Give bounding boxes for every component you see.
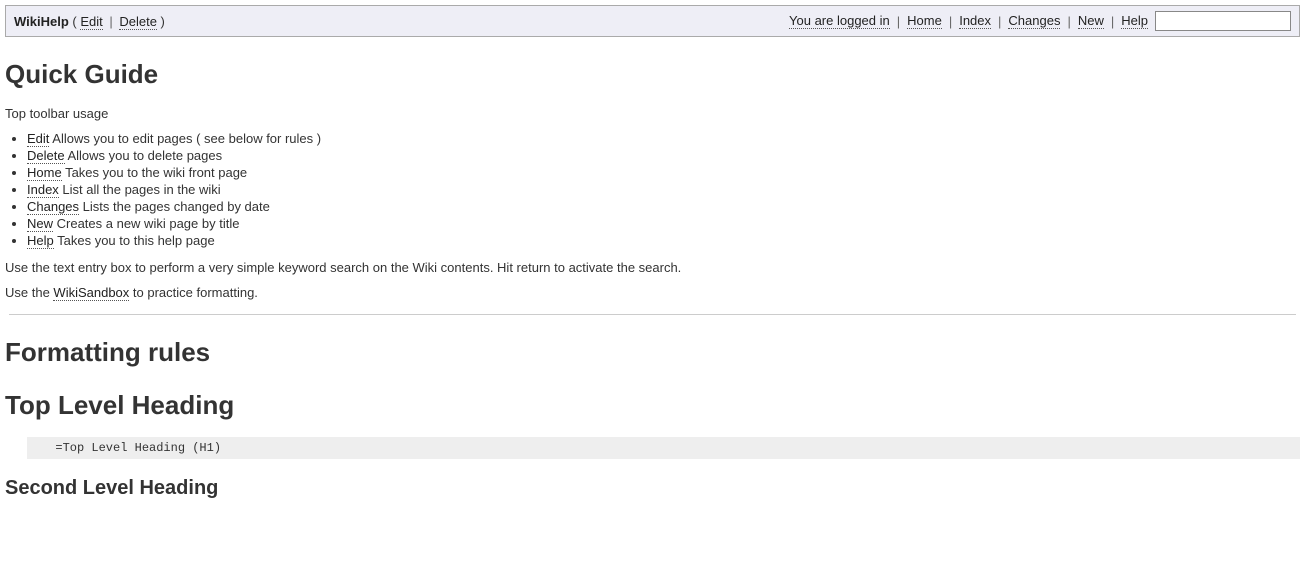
sandbox-post: to practice formatting. xyxy=(129,285,258,300)
top-toolbar: WikiHelp ( Edit | Delete ) You are logge… xyxy=(5,5,1300,37)
separator: | xyxy=(995,14,1004,29)
search-note: Use the text entry box to perform a very… xyxy=(5,260,1300,275)
list-item: Home Takes you to the wiki front page xyxy=(27,165,1300,180)
li-help-text: Takes you to this help page xyxy=(54,233,215,248)
toolbar-usage-list: Edit Allows you to edit pages ( see belo… xyxy=(27,131,1300,248)
li-new-text: Creates a new wiki page by title xyxy=(53,216,239,231)
li-home-text: Takes you to the wiki front page xyxy=(62,165,247,180)
page-title-label: WikiHelp xyxy=(14,14,69,29)
list-item: Help Takes you to this help page xyxy=(27,233,1300,248)
divider xyxy=(9,314,1296,315)
logged-in-link[interactable]: You are logged in xyxy=(789,13,890,29)
separator: | xyxy=(894,14,903,29)
sandbox-note: Use the WikiSandbox to practice formatti… xyxy=(5,285,1300,300)
toolbar-left: WikiHelp ( Edit | Delete ) xyxy=(14,14,165,29)
li-delete-link[interactable]: Delete xyxy=(27,148,65,164)
changes-link[interactable]: Changes xyxy=(1008,13,1060,29)
list-item: Delete Allows you to delete pages xyxy=(27,148,1300,163)
edit-link[interactable]: Edit xyxy=(80,14,102,30)
toolbar-right: You are logged in | Home | Index | Chang… xyxy=(789,11,1291,31)
paren-close: ) xyxy=(157,14,165,29)
li-delete-text: Allows you to delete pages xyxy=(65,148,223,163)
delete-link[interactable]: Delete xyxy=(119,14,157,30)
li-edit-link[interactable]: Edit xyxy=(27,131,49,147)
list-item: New Creates a new wiki page by title xyxy=(27,216,1300,231)
li-new-link[interactable]: New xyxy=(27,216,53,232)
index-link[interactable]: Index xyxy=(959,13,991,29)
li-home-link[interactable]: Home xyxy=(27,165,62,181)
list-item: Index List all the pages in the wiki xyxy=(27,182,1300,197)
li-edit-text: Allows you to edit pages ( see below for… xyxy=(49,131,321,146)
separator: | xyxy=(1064,14,1073,29)
li-index-text: List all the pages in the wiki xyxy=(59,182,221,197)
heading-formatting-rules: Formatting rules xyxy=(5,337,1300,368)
code-block-h1: =Top Level Heading (H1) xyxy=(27,437,1300,459)
new-link[interactable]: New xyxy=(1078,13,1104,29)
page-content: Quick Guide Top toolbar usage Edit Allow… xyxy=(5,59,1300,520)
sandbox-pre: Use the xyxy=(5,285,53,300)
separator: | xyxy=(1108,14,1117,29)
wikisandbox-link[interactable]: WikiSandbox xyxy=(53,285,129,301)
li-changes-text: Lists the pages changed by date xyxy=(79,199,270,214)
help-link[interactable]: Help xyxy=(1121,13,1148,29)
home-link[interactable]: Home xyxy=(907,13,942,29)
heading-second-level: Second Level Heading xyxy=(5,477,1300,500)
separator: | xyxy=(946,14,955,29)
heading-quick-guide: Quick Guide xyxy=(5,59,1300,90)
li-changes-link[interactable]: Changes xyxy=(27,199,79,215)
separator: | xyxy=(103,14,120,29)
paren-open: ( xyxy=(69,14,81,29)
list-item: Edit Allows you to edit pages ( see belo… xyxy=(27,131,1300,146)
intro-text: Top toolbar usage xyxy=(5,106,1300,121)
heading-top-level: Top Level Heading xyxy=(5,390,1300,421)
list-item: Changes Lists the pages changed by date xyxy=(27,199,1300,214)
li-help-link[interactable]: Help xyxy=(27,233,54,249)
li-index-link[interactable]: Index xyxy=(27,182,59,198)
search-input[interactable] xyxy=(1155,11,1291,31)
